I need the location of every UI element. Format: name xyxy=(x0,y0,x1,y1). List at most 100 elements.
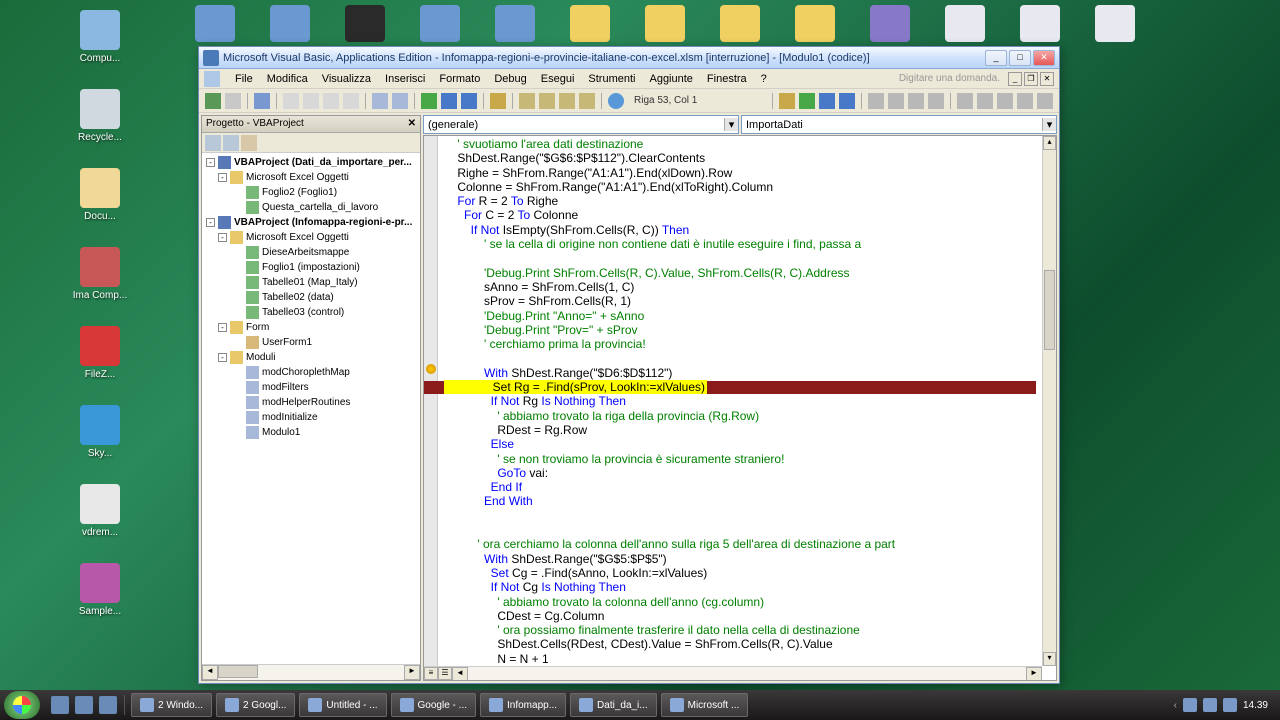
toolbox-icon[interactable] xyxy=(579,93,595,109)
undo-icon[interactable] xyxy=(372,93,388,109)
taskbar-item[interactable]: Microsoft ... xyxy=(661,693,749,717)
tree-item-sheet[interactable]: Foglio2 (Foglio1) xyxy=(204,185,418,200)
properties-icon[interactable] xyxy=(539,93,555,109)
panel-close-icon[interactable]: ✕ xyxy=(408,118,416,130)
desktop-icon[interactable]: FileZ... xyxy=(15,326,185,380)
tree-item-module[interactable]: modHelperRoutines xyxy=(204,395,418,410)
menu-aggiunte[interactable]: Aggiunte xyxy=(642,71,699,87)
start-button[interactable] xyxy=(4,691,40,719)
titlebar[interactable]: Microsoft Visual Basic, Applications Edi… xyxy=(199,47,1059,69)
tree-item-form[interactable]: UserForm1 xyxy=(204,335,418,350)
desktop-icon[interactable] xyxy=(720,5,760,45)
immediate-icon[interactable] xyxy=(977,93,993,109)
tree-item-workbook[interactable]: Questa_cartella_di_lavoro xyxy=(204,200,418,215)
tree-item-sheet[interactable]: Tabelle03 (control) xyxy=(204,305,418,320)
locals-icon[interactable] xyxy=(957,93,973,109)
redo-icon[interactable] xyxy=(392,93,408,109)
tree-folder[interactable]: -Microsoft Excel Oggetti xyxy=(204,170,418,185)
menu-file[interactable]: File xyxy=(228,71,260,87)
step-over-icon[interactable] xyxy=(908,93,924,109)
copy-icon[interactable] xyxy=(303,93,319,109)
desktop-icon[interactable]: Ima Comp... xyxy=(15,247,185,301)
tree-item-workbook[interactable]: DieseArbeitsmappe xyxy=(204,245,418,260)
tray-icon[interactable] xyxy=(1183,698,1197,712)
project-icon[interactable] xyxy=(519,93,535,109)
code-vscroll[interactable]: ▴ ▾ xyxy=(1042,136,1056,666)
cut-icon[interactable] xyxy=(283,93,299,109)
quicklaunch-icon[interactable] xyxy=(99,696,117,714)
desktop-icon[interactable]: Sample... xyxy=(15,563,185,617)
tree-item-module[interactable]: modFilters xyxy=(204,380,418,395)
excel-icon[interactable] xyxy=(205,93,221,109)
desktop-icon[interactable]: vdrem... xyxy=(15,484,185,538)
tree-project[interactable]: -VBAProject (Dati_da_importare_per... xyxy=(204,155,418,170)
desktop-icon[interactable]: Compu... xyxy=(15,10,185,64)
run2-icon[interactable] xyxy=(799,93,815,109)
desktop-icon[interactable] xyxy=(495,5,535,45)
desktop-icon[interactable] xyxy=(645,5,685,45)
maximize-button[interactable]: □ xyxy=(1009,50,1031,66)
reset-icon[interactable] xyxy=(461,93,477,109)
close-button[interactable]: ✕ xyxy=(1033,50,1055,66)
watch-icon[interactable] xyxy=(997,93,1013,109)
tree-folder[interactable]: -Moduli xyxy=(204,350,418,365)
desktop-icon[interactable] xyxy=(345,5,385,45)
call-stack-icon[interactable] xyxy=(1037,93,1053,109)
tree-item-sheet[interactable]: Foglio1 (impostazioni) xyxy=(204,260,418,275)
tree-folder[interactable]: -Microsoft Excel Oggetti xyxy=(204,230,418,245)
full-module-view-icon[interactable]: ☰ xyxy=(438,667,452,680)
tree-item-module[interactable]: Modulo1 xyxy=(204,425,418,440)
desktop-icon[interactable] xyxy=(1020,5,1060,45)
tree-folder[interactable]: -Form xyxy=(204,320,418,335)
taskbar-item[interactable]: Untitled - ... xyxy=(299,693,386,717)
reset2-icon[interactable] xyxy=(839,93,855,109)
tray-volume-icon[interactable] xyxy=(1223,698,1237,712)
quick-watch-icon[interactable] xyxy=(1017,93,1033,109)
taskbar-item[interactable]: Infomapp... xyxy=(480,693,566,717)
quicklaunch-icon[interactable] xyxy=(75,696,93,714)
desktop-icon[interactable] xyxy=(195,5,235,45)
menu-finestra[interactable]: Finestra xyxy=(700,71,754,87)
object-browser-icon[interactable] xyxy=(559,93,575,109)
help-icon[interactable] xyxy=(608,93,624,109)
desktop-icon[interactable] xyxy=(870,5,910,45)
object-combo[interactable]: (generale)▾ xyxy=(423,115,739,134)
toggle-bp-icon[interactable] xyxy=(868,93,884,109)
menu-strumenti[interactable]: Strumenti xyxy=(581,71,642,87)
step-out-icon[interactable] xyxy=(928,93,944,109)
menu-debug[interactable]: Debug xyxy=(487,71,533,87)
run-icon[interactable] xyxy=(421,93,437,109)
break-icon[interactable] xyxy=(441,93,457,109)
tree-project[interactable]: -VBAProject (Infomappa-regioni-e-pr... xyxy=(204,215,418,230)
tree-item-module[interactable]: modInitialize xyxy=(204,410,418,425)
design-icon[interactable] xyxy=(490,93,506,109)
menu-inserisci[interactable]: Inserisci xyxy=(378,71,432,87)
taskbar-item[interactable]: Dati_da_i... xyxy=(570,693,657,717)
paste-icon[interactable] xyxy=(323,93,339,109)
menu-esegui[interactable]: Esegui xyxy=(534,71,582,87)
step-into-icon[interactable] xyxy=(888,93,904,109)
quicklaunch-icon[interactable] xyxy=(51,696,69,714)
desktop-icon[interactable] xyxy=(270,5,310,45)
procedure-view-icon[interactable]: ≡ xyxy=(424,667,438,680)
menu-visualizza[interactable]: Visualizza xyxy=(315,71,378,87)
help-search[interactable]: Digitare una domanda. xyxy=(899,73,1008,84)
desktop-icon[interactable]: Docu... xyxy=(15,168,185,222)
margin-bar[interactable] xyxy=(424,136,438,680)
tray-icon[interactable] xyxy=(1203,698,1217,712)
menu-help[interactable]: ? xyxy=(754,71,774,87)
desktop-icon[interactable] xyxy=(945,5,985,45)
clock[interactable]: 14.39 xyxy=(1243,700,1268,711)
view-object-icon[interactable] xyxy=(223,135,239,151)
code-text[interactable]: ' svuotiamo l'area dati destinazione ShD… xyxy=(438,136,1042,666)
tree-item-sheet[interactable]: Tabelle02 (data) xyxy=(204,290,418,305)
view-code-icon[interactable] xyxy=(205,135,221,151)
tree-item-module[interactable]: modChoroplethMap xyxy=(204,365,418,380)
minimize-button[interactable]: _ xyxy=(985,50,1007,66)
panel-hscroll[interactable]: ◄ ► xyxy=(202,664,420,680)
taskbar-item[interactable]: 2 Windo... xyxy=(131,693,212,717)
procedure-combo[interactable]: ImportaDati▾ xyxy=(741,115,1057,134)
taskbar-item[interactable]: Google - ... xyxy=(391,693,476,717)
menu-formato[interactable]: Formato xyxy=(432,71,487,87)
desktop-icon[interactable] xyxy=(795,5,835,45)
